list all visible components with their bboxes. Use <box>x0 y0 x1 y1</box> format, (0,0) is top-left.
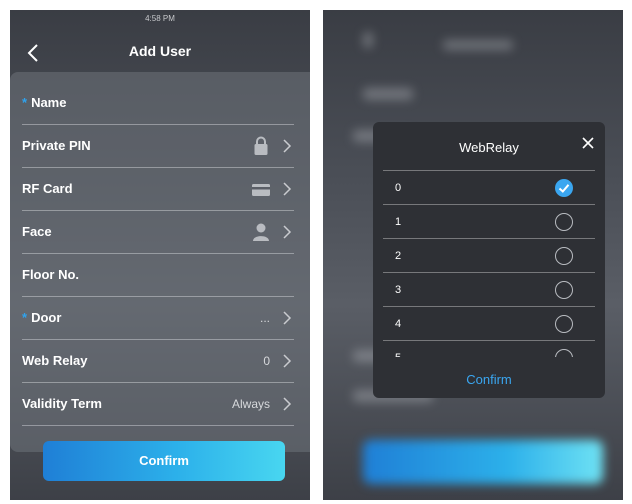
web-relay-value: 0 <box>263 354 270 368</box>
radio-unchecked-icon[interactable] <box>555 349 573 357</box>
chevron-right-icon <box>283 311 292 325</box>
name-label: Name <box>31 95 67 110</box>
status-bar-time: 4:58 PM <box>145 14 175 23</box>
user-form: * Name Private PIN RF Card Face Floor No… <box>10 72 310 452</box>
web-relay-label: Web Relay <box>22 353 88 368</box>
rf-card-row[interactable]: RF Card <box>22 168 294 211</box>
floor-no-field[interactable]: Floor No. <box>22 254 294 297</box>
option-row[interactable]: 2 <box>383 239 595 273</box>
required-asterisk: * <box>22 95 28 110</box>
door-value: ... <box>259 311 270 325</box>
floor-no-label: Floor No. <box>22 267 80 282</box>
option-label: 0 <box>395 182 402 194</box>
chevron-right-icon <box>283 225 292 239</box>
validity-term-label: Validity Term <box>22 396 102 411</box>
relay-options-list[interactable]: 0 1 2 3 4 5 <box>383 171 595 357</box>
face-label: Face <box>22 224 52 239</box>
rf-card-label: RF Card <box>22 181 73 196</box>
dialog-title: WebRelay <box>459 140 519 155</box>
option-row[interactable]: 4 <box>383 307 595 341</box>
radio-checked-icon[interactable] <box>555 179 573 197</box>
option-label: 5 <box>395 352 401 357</box>
option-row[interactable]: 5 <box>383 341 595 357</box>
radio-unchecked-icon[interactable] <box>555 213 573 231</box>
chevron-right-icon <box>283 139 292 153</box>
radio-unchecked-icon[interactable] <box>555 281 573 299</box>
web-relay-picker-screen: WebRelay 0 1 2 3 4 Confirm <box>323 10 623 500</box>
private-pin-label: Private PIN <box>22 138 91 153</box>
chevron-right-icon <box>283 397 292 411</box>
face-row[interactable]: Face <box>22 211 294 254</box>
chevron-right-icon <box>283 182 292 196</box>
web-relay-dialog: WebRelay 0 1 2 3 4 Confirm <box>373 122 605 398</box>
option-label: 2 <box>395 250 402 262</box>
dialog-confirm-button[interactable]: Confirm <box>373 372 605 387</box>
header: Add User <box>10 30 310 76</box>
radio-unchecked-icon[interactable] <box>555 247 573 265</box>
web-relay-row[interactable]: Web Relay 0 <box>22 340 294 383</box>
option-row[interactable]: 0 <box>383 171 595 205</box>
validity-term-row[interactable]: Validity Term Always <box>22 383 294 426</box>
option-row[interactable]: 3 <box>383 273 595 307</box>
name-field[interactable]: * Name <box>22 82 294 125</box>
door-row[interactable]: * Door ... <box>22 297 294 340</box>
private-pin-row[interactable]: Private PIN <box>22 125 294 168</box>
close-icon[interactable] <box>581 136 595 150</box>
option-label: 1 <box>395 216 402 228</box>
chevron-right-icon <box>283 354 292 368</box>
validity-term-value: Always <box>231 397 270 411</box>
person-icon <box>253 223 269 241</box>
page-title: Add User <box>128 43 192 59</box>
required-asterisk: * <box>22 310 28 325</box>
radio-unchecked-icon[interactable] <box>555 315 573 333</box>
option-label: 4 <box>395 318 402 330</box>
confirm-button[interactable]: Confirm <box>43 441 285 481</box>
card-icon <box>252 184 270 196</box>
lock-icon <box>254 136 268 155</box>
option-label: 3 <box>395 284 402 296</box>
option-row[interactable]: 1 <box>383 205 595 239</box>
door-label: Door <box>31 310 62 325</box>
add-user-screen: 4:58 PM Add User * Name Private PIN RF Ca… <box>10 10 310 500</box>
